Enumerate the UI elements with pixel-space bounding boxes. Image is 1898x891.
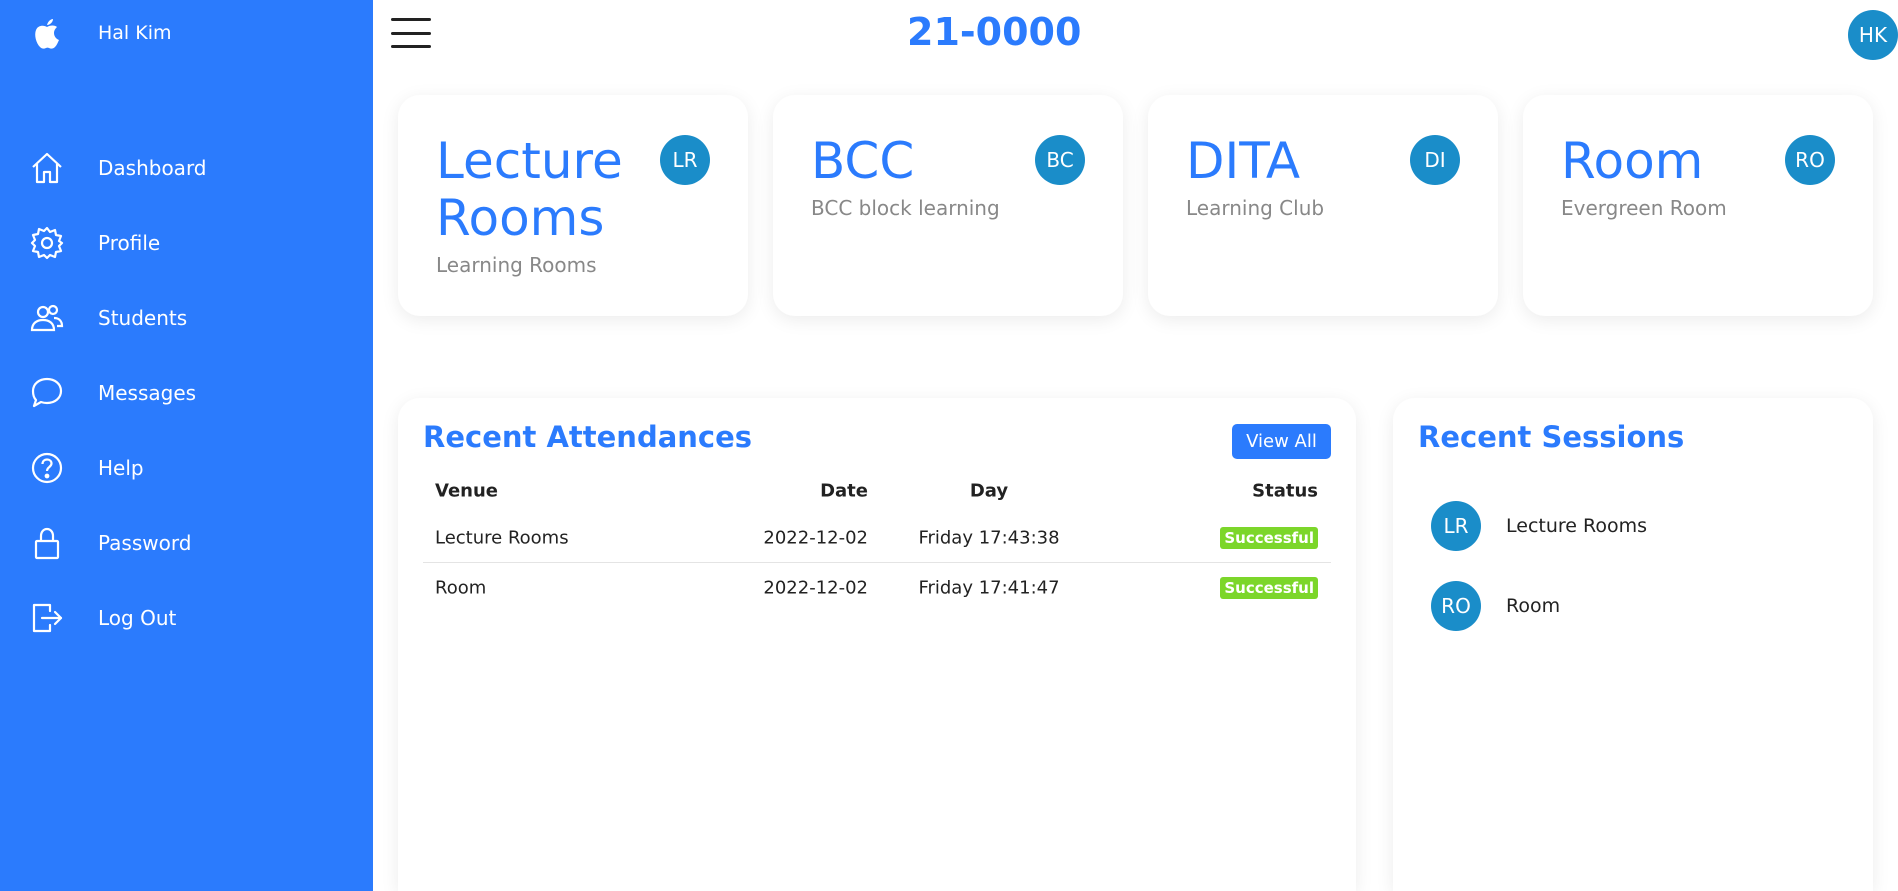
card-avatar: RO [1785,135,1835,185]
sidebar-item-students[interactable]: Students [0,280,373,355]
sidebar-item-messages[interactable]: Messages [0,355,373,430]
lock-icon [30,526,64,560]
card-room[interactable]: Room Evergreen Room RO [1523,95,1873,316]
page-title: 21-0000 [907,10,1082,54]
cell-date: 2022-12-02 [763,527,868,548]
status-badge: Successful [1220,526,1318,549]
sidebar-item-label: Log Out [98,605,177,630]
cell-venue: Room [435,577,487,599]
sidebar: Hal Kim Dashboard Profile Students Messa… [0,0,373,891]
sidebar-nav: Dashboard Profile Students Messages Help [0,130,373,655]
sidebar-item-label: Messages [98,380,197,405]
table-row[interactable]: Room 2022-12-02 Friday 17:41:47 Successf… [423,563,1331,613]
card-avatar: BC [1035,135,1085,185]
hamburger-menu-icon[interactable] [391,18,431,48]
chat-bubble-icon [30,376,64,410]
list-item[interactable]: LR Lecture Rooms [1431,486,1647,566]
cell-day: Friday 17:41:47 [918,577,1060,599]
card-subtitle: Learning Club [1186,196,1325,220]
card-subtitle: BCC block learning [811,196,1000,220]
topbar: 21-0000 HK [373,0,1898,66]
users-icon [30,301,64,335]
sessions-title: Recent Sessions [1418,420,1685,454]
home-icon [30,151,64,185]
column-header-day: Day [969,480,1009,501]
column-header-status: Status [1252,480,1318,501]
sidebar-item-dashboard[interactable]: Dashboard [0,130,373,205]
cell-date: 2022-12-02 [763,577,868,599]
session-label: Room [1506,595,1561,617]
status-badge: Successful [1220,577,1318,599]
card-title: BCC [811,132,915,190]
username: Hal Kim [98,22,172,44]
sidebar-item-label: Help [98,455,144,480]
recent-sessions-panel: Recent Sessions LR Lecture Rooms RO Room [1393,398,1873,891]
cell-status: Successful [1220,577,1318,599]
card-dita[interactable]: DITA Learning Club DI [1148,95,1498,316]
sidebar-item-profile[interactable]: Profile [0,205,373,280]
cell-venue: Lecture Rooms [435,527,569,548]
card-title: DITA [1186,132,1301,190]
gear-icon [30,226,64,260]
column-header-venue: Venue [435,480,498,501]
attendances-table: Venue Date Day Status Lecture Rooms 2022… [423,468,1331,613]
sidebar-item-logout[interactable]: Log Out [0,580,373,655]
sidebar-item-label: Profile [98,230,161,255]
sidebar-item-label: Password [98,530,192,555]
session-list: LR Lecture Rooms RO Room [1431,486,1647,646]
table-header: Venue Date Day Status [423,468,1331,513]
session-avatar: LR [1431,501,1481,551]
list-item[interactable]: RO Room [1431,566,1647,646]
cell-day: Friday 17:43:38 [918,527,1060,548]
recent-attendances-panel: Recent Attendances View All Venue Date D… [398,398,1356,891]
card-title: Lecture Rooms [436,132,623,247]
sidebar-item-label: Students [98,305,188,330]
card-bcc[interactable]: BCC BCC block learning BC [773,95,1123,316]
session-avatar: RO [1431,581,1481,631]
summary-cards: Lecture Rooms Learning Rooms LR BCC BCC … [398,95,1873,316]
card-avatar: LR [660,135,710,185]
cell-status: Successful [1220,526,1318,549]
card-title: Room [1561,132,1704,190]
session-label: Lecture Rooms [1506,515,1648,537]
card-subtitle: Evergreen Room [1561,196,1727,220]
attendances-title: Recent Attendances [423,420,753,454]
table-row[interactable]: Lecture Rooms 2022-12-02 Friday 17:43:38… [423,513,1331,563]
apple-logo-icon [30,16,64,50]
user-avatar[interactable]: HK [1848,10,1898,60]
view-all-button[interactable]: View All [1232,424,1331,459]
column-header-date: Date [820,480,868,501]
card-lecture-rooms[interactable]: Lecture Rooms Learning Rooms LR [398,95,748,316]
card-avatar: DI [1410,135,1460,185]
sidebar-item-label: Dashboard [98,155,207,180]
help-circle-icon [30,451,64,485]
card-subtitle: Learning Rooms [436,253,597,277]
brand: Hal Kim [30,12,172,54]
sidebar-item-help[interactable]: Help [0,430,373,505]
sidebar-item-password[interactable]: Password [0,505,373,580]
logout-icon [30,601,64,635]
